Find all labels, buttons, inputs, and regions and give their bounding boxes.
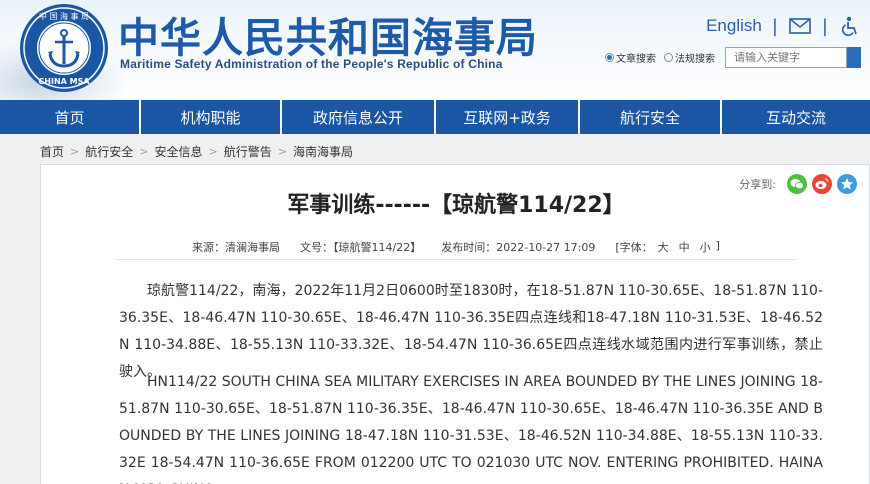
breadcrumb-separator: >: [208, 144, 218, 158]
top-links-separator: |: [771, 15, 778, 37]
top-links: English | |: [706, 14, 862, 38]
search-button[interactable]: [847, 46, 861, 68]
font-size-large[interactable]: 大: [658, 239, 669, 255]
site-subtitle: Maritime Safety Administration of the Pe…: [120, 57, 503, 71]
breadcrumb-separator: >: [277, 144, 287, 158]
meta-divider: [116, 259, 796, 260]
nav-item-gov-info[interactable]: 政府信息公开: [282, 100, 434, 134]
article-meta: 来源：清澜海事局 文号：【琼航警114/22】 发布时间：2022-10-27 …: [41, 239, 870, 255]
article-panel: 分享到: 军事训练------【琼航警114/22】 来源：清澜海事局 文号：【…: [40, 164, 870, 484]
meta-doc-number: 文号：【琼航警114/22】: [300, 241, 422, 254]
search-area: 文章搜索 法规搜索: [605, 45, 861, 69]
radio-regulation[interactable]: [664, 52, 673, 62]
breadcrumb-separator: >: [70, 144, 80, 158]
nav-item-navigation-safety[interactable]: 航行安全: [580, 100, 720, 134]
search-type-regulation[interactable]: 法规搜索: [664, 50, 715, 65]
breadcrumb-home[interactable]: 首页: [40, 143, 64, 160]
nav-item-internet-gov[interactable]: 互联网+政务: [436, 100, 578, 134]
logo-bottom-text: CHINA MSA: [38, 77, 90, 86]
breadcrumb-hainan-msa[interactable]: 海南海事局: [293, 143, 353, 160]
meta-source: 来源：清澜海事局: [192, 241, 281, 254]
site-title: 中华人民共和国海事局: [118, 14, 538, 62]
breadcrumb-navigation-safety[interactable]: 航行安全: [85, 143, 133, 160]
english-link[interactable]: English: [706, 16, 762, 36]
nav-item-functions[interactable]: 机构职能: [141, 100, 280, 134]
accessibility-icon[interactable]: [838, 16, 862, 36]
article-title: 军事训练------【琼航警114/22】: [287, 193, 625, 218]
font-size-label: [字体：: [615, 241, 653, 254]
main-nav: 首页 机构职能 政府信息公开 互联网+政务 航行安全 互动交流: [0, 100, 870, 134]
breadcrumb-safety-info[interactable]: 安全信息: [154, 143, 202, 160]
search-input[interactable]: [725, 46, 847, 68]
breadcrumb-separator: >: [139, 144, 149, 158]
msa-logo[interactable]: 中 国 海 事 局 CHINA MSA: [18, 2, 110, 94]
mail-icon[interactable]: [788, 16, 812, 36]
article-paragraph-english: HN114/22 SOUTH CHINA SEA MILITARY EXERCI…: [119, 374, 823, 484]
logo-top-text: 中 国 海 事 局: [39, 11, 89, 21]
radio-regulation-label: 法规搜索: [675, 53, 715, 65]
nav-item-interaction[interactable]: 互动交流: [722, 100, 870, 134]
search-type-article[interactable]: 文章搜索: [605, 50, 656, 65]
nav-item-home[interactable]: 首页: [0, 100, 139, 134]
radio-article-label: 文章搜索: [616, 53, 656, 65]
font-size-medium[interactable]: 中: [679, 239, 690, 255]
font-size-close: ]: [715, 239, 720, 252]
site-header: 中 国 海 事 局 CHINA MSA 中华人民共和国海事局 Maritime …: [0, 0, 870, 100]
top-links-separator-2: |: [821, 15, 828, 37]
radio-article[interactable]: [605, 52, 614, 62]
meta-publish-time: 发布时间：2022-10-27 17:09: [441, 241, 596, 254]
breadcrumb-navigation-warning[interactable]: 航行警告: [224, 143, 272, 160]
breadcrumb: 首页 > 航行安全 > 安全信息 > 航行警告 > 海南海事局: [40, 142, 353, 160]
font-size-small[interactable]: 小: [700, 239, 711, 255]
